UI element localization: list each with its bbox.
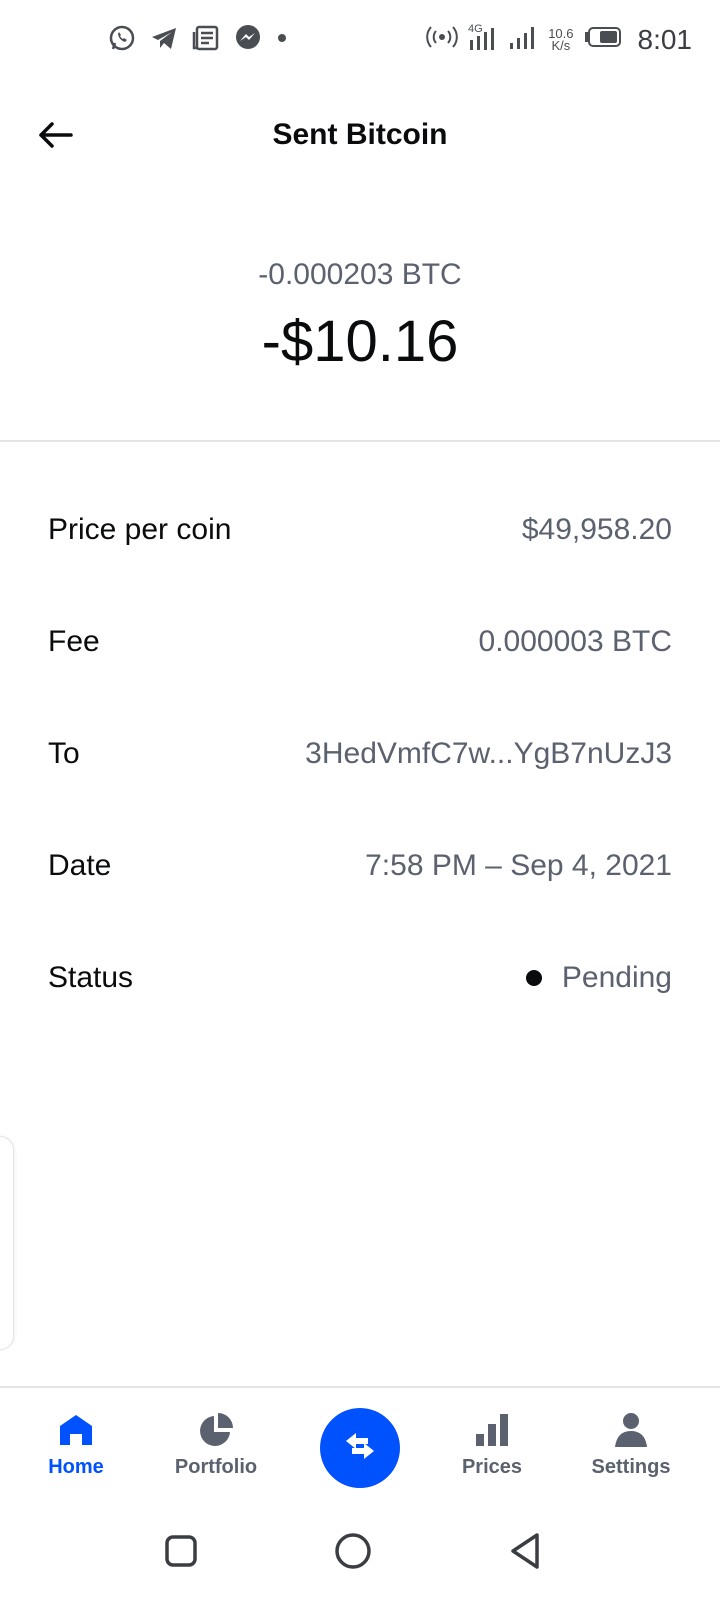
signal-4g-icon: 4G [468, 22, 498, 57]
swap-arrows-icon [342, 1430, 378, 1467]
fiat-amount: -$10.16 [261, 309, 459, 374]
recents-button[interactable] [156, 1528, 206, 1578]
status-dot-icon [525, 970, 542, 986]
page-title: Sent Bitcoin [272, 118, 448, 151]
bottom-navigation: Home Portfolio Prices Settings [0, 1386, 720, 1506]
nav-item-settings[interactable]: Settings [571, 1410, 691, 1479]
detail-value: 0.000003 BTC [478, 625, 672, 658]
notification-icons [108, 24, 288, 52]
detail-label: Price per coin [48, 513, 232, 546]
side-sheet-handle[interactable] [0, 1136, 14, 1350]
nav-label: Settings [591, 1456, 671, 1478]
whatsapp-icon [108, 24, 136, 52]
network-speed: 10.6 K/s [548, 27, 573, 53]
detail-row-price: Price per coin $49,958.20 [48, 474, 672, 586]
nav-label: Portfolio [174, 1456, 258, 1478]
telegram-icon [150, 24, 178, 52]
status-value: Pending [561, 961, 672, 994]
network-type: 4G [468, 23, 483, 35]
detail-value: 7:58 PM – Sep 4, 2021 [365, 849, 672, 882]
pie-chart-icon [198, 1410, 234, 1450]
messenger-icon [234, 24, 262, 52]
system-indicators: 4G 10.6 K/s 8:01 [426, 22, 692, 57]
nav-item-prices[interactable]: Prices [432, 1410, 552, 1479]
detail-row-status: Status Pending [48, 922, 672, 1034]
news-icon [192, 24, 220, 52]
nav-label: Home [48, 1456, 104, 1478]
detail-label: Date [48, 849, 112, 882]
person-icon [613, 1410, 649, 1450]
detail-label: Fee [48, 625, 100, 658]
system-navigation-bar [0, 1510, 720, 1600]
bar-chart-icon [474, 1410, 510, 1450]
hotspot-icon [426, 25, 458, 54]
signal-icon [508, 23, 538, 56]
dot-icon [276, 24, 288, 52]
home-icon [58, 1410, 94, 1450]
triangle-back-icon [507, 1531, 543, 1576]
speed-unit: K/s [551, 37, 571, 53]
circle-icon [333, 1531, 373, 1576]
crypto-amount: -0.000203 BTC [258, 258, 462, 291]
detail-row-to[interactable]: To 3HedVmfC7w...YgB7nUzJ3 [48, 698, 672, 810]
recipient-address[interactable]: 3HedVmfC7w...YgB7nUzJ3 [305, 737, 672, 771]
nav-item-home[interactable]: Home [16, 1410, 136, 1479]
detail-value: $49,958.20 [521, 513, 672, 546]
detail-label: Status [48, 961, 134, 994]
trade-button[interactable] [320, 1408, 400, 1488]
clock: 8:01 [637, 23, 693, 55]
battery-icon [584, 26, 622, 53]
status-bar: 4G 10.6 K/s 8:01 [0, 0, 720, 80]
status-badge: Pending [525, 961, 672, 995]
back-system-button[interactable] [500, 1528, 550, 1578]
home-system-button[interactable] [328, 1528, 378, 1578]
detail-row-date: Date 7:58 PM – Sep 4, 2021 [48, 810, 672, 922]
transaction-details: Price per coin $49,958.20 Fee 0.000003 B… [48, 474, 672, 1034]
nav-label: Prices [461, 1456, 523, 1478]
app-header: Sent Bitcoin [0, 96, 720, 176]
section-divider [0, 440, 720, 442]
detail-label: To [48, 737, 80, 770]
square-icon [163, 1533, 199, 1574]
nav-item-portfolio[interactable]: Portfolio [156, 1410, 276, 1479]
detail-row-fee: Fee 0.000003 BTC [48, 586, 672, 698]
